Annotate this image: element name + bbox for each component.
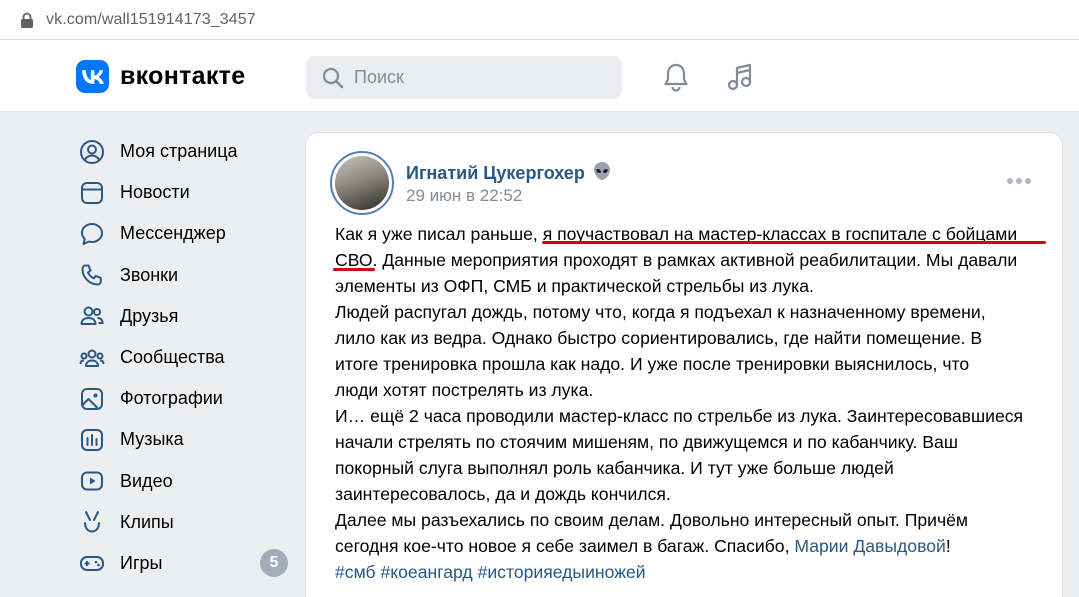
- mention-link[interactable]: Марии Давыдовой: [794, 536, 945, 556]
- sidebar-item-photos[interactable]: Фотографии: [78, 378, 298, 419]
- sidebar-item-clips[interactable]: Клипы: [78, 502, 298, 543]
- sidebar-item-my-page[interactable]: Моя страница: [78, 131, 298, 172]
- left-sidebar: Моя страница Новости Мессенджер Звонки Д…: [78, 131, 298, 584]
- post-text: Как я уже писал раньше, я поучаствовал н…: [335, 221, 1055, 585]
- bell-icon[interactable]: [662, 62, 690, 92]
- author-avatar[interactable]: [330, 151, 394, 215]
- phone-icon: [78, 261, 106, 289]
- games-count-badge: 5: [260, 549, 288, 578]
- news-icon: [78, 179, 106, 207]
- sidebar-item-label: Новости: [120, 182, 190, 203]
- music-note-icon[interactable]: [726, 62, 754, 92]
- brand-wordmark: вконтакте: [120, 62, 246, 90]
- post-line: покорный слуга выполнял роль кабанчика. …: [335, 458, 894, 478]
- post-line: люди хотят пострелять из лука.: [335, 380, 594, 400]
- sidebar-item-news[interactable]: Новости: [78, 172, 298, 213]
- red-underline-annotation: [333, 268, 375, 271]
- sidebar-item-label: Музыка: [120, 429, 184, 450]
- sidebar-item-label: Мессенджер: [120, 223, 226, 244]
- post-line: И… ещё 2 часа проводили мастер-класс по …: [335, 406, 1024, 426]
- search-icon: [322, 67, 344, 88]
- browser-address-bar[interactable]: vk.com/wall151914173_3457: [0, 0, 1079, 40]
- sidebar-item-label: Звонки: [120, 264, 179, 285]
- top-header: вконтакте: [0, 40, 1079, 112]
- hashtag-link[interactable]: #историяедыиножей: [478, 562, 646, 582]
- lock-icon: [21, 12, 33, 28]
- sidebar-item-label: Игры: [120, 552, 163, 573]
- author-name[interactable]: Игнатий Цукергохер: [406, 163, 585, 184]
- post-line: Людей распугал дождь, потому что, когда …: [335, 302, 986, 322]
- post-line: лило как из ведра. Однако быстро сориент…: [335, 328, 983, 348]
- sidebar-item-communities[interactable]: Сообщества: [78, 337, 298, 378]
- friends-icon: [78, 302, 106, 330]
- author-name-row: Игнатий Цукергохер: [406, 161, 611, 186]
- chat-bubble-icon: [78, 220, 106, 248]
- sidebar-item-label: Клипы: [120, 511, 174, 532]
- music-icon: [78, 426, 106, 454]
- sidebar-item-label: Видео: [120, 470, 173, 491]
- post-line: Далее мы разъехались по своим делам. Дов…: [335, 510, 969, 530]
- vk-logo[interactable]: вконтакте: [76, 60, 245, 93]
- sidebar-item-label: Моя страница: [120, 141, 238, 162]
- vk-logo-icon: [76, 60, 109, 93]
- clips-icon: [78, 508, 106, 536]
- communities-icon: [78, 344, 106, 372]
- sidebar-item-label: Сообщества: [120, 347, 225, 368]
- sidebar-item-messenger[interactable]: Мессенджер: [78, 213, 298, 254]
- url-text[interactable]: vk.com/wall151914173_3457: [46, 11, 256, 29]
- post-line: начали стрелять по стоячим мишеням, по д…: [335, 432, 958, 452]
- photo-icon: [78, 385, 106, 413]
- sidebar-item-friends[interactable]: Друзья: [78, 296, 298, 337]
- sidebar-item-calls[interactable]: Звонки: [78, 255, 298, 296]
- post-line: итоге тренировка прошла как надо. И уже …: [335, 354, 970, 374]
- search-input[interactable]: [354, 67, 604, 88]
- user-circle-icon: [78, 138, 106, 166]
- post-line: СВО. Данные мероприятия проходят в рамка…: [335, 250, 1018, 270]
- hashtag-link[interactable]: #коеангард: [380, 562, 472, 582]
- wall-post: Игнатий Цукергохер 29 июн в 22:52 Как я …: [305, 132, 1063, 597]
- post-line: сегодня кое-что новое я себе заимел в ба…: [335, 536, 951, 556]
- post-line: заинтересовалось, да и дождь кончился.: [335, 484, 671, 504]
- post-line: элементы из ОФП, СМБ и практической стре…: [335, 276, 814, 296]
- red-underline-annotation: [542, 241, 1046, 244]
- post-date[interactable]: 29 июн в 22:52: [406, 186, 522, 206]
- sidebar-item-label: Друзья: [120, 305, 179, 326]
- avatar-photo: [335, 156, 389, 210]
- hashtag-link[interactable]: #смб: [335, 562, 376, 582]
- sidebar-item-music[interactable]: Музыка: [78, 419, 298, 460]
- underlined-phrase: СВО.: [335, 250, 378, 270]
- gamepad-icon: [78, 549, 106, 577]
- video-icon: [78, 467, 106, 495]
- sidebar-item-video[interactable]: Видео: [78, 461, 298, 502]
- more-options-icon[interactable]: [1006, 177, 1032, 185]
- sidebar-item-games[interactable]: Игры 5: [78, 543, 298, 584]
- hashtag-row: #смб #коеангард #историяедыиножей: [335, 559, 1055, 585]
- search-box[interactable]: [306, 56, 622, 99]
- sidebar-item-label: Фотографии: [120, 388, 223, 409]
- alien-emoji-icon: [593, 161, 611, 186]
